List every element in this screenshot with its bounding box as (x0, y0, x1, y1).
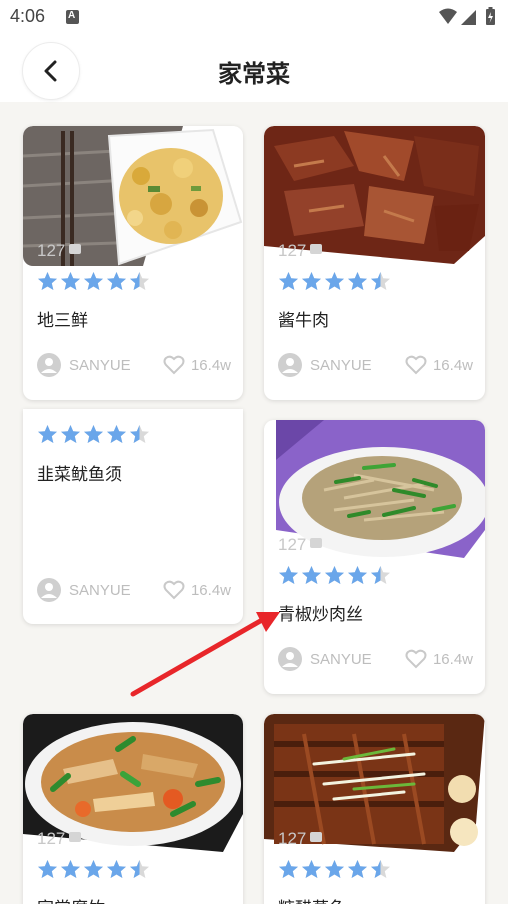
star-icon (107, 272, 126, 290)
star-icon (302, 566, 321, 584)
avatar-icon (37, 353, 61, 377)
recipe-name: 青椒炒肉丝 (278, 605, 363, 625)
recipe-author: SANYUE (37, 578, 131, 602)
star-icon (84, 425, 103, 443)
status-time: 4:06 (10, 6, 46, 26)
rating-stars (37, 859, 150, 880)
avatar-icon (37, 578, 61, 602)
recipe-author: SANYUE (278, 353, 372, 377)
star-icon (84, 860, 103, 878)
star-icon (130, 860, 149, 878)
comment-icon (310, 832, 323, 842)
author-name: SANYUE (69, 581, 131, 599)
rating-stars (37, 271, 150, 292)
sim-notification-icon (66, 10, 79, 24)
battery-icon (486, 7, 495, 25)
app-header: 家常菜 (0, 34, 508, 102)
avatar-icon (278, 353, 302, 377)
comment-count: 127 (37, 241, 82, 261)
author-name: SANYUE (310, 650, 372, 668)
author-name: SANYUE (69, 356, 131, 374)
heart-icon (163, 355, 185, 375)
star-icon (325, 860, 344, 878)
like-count[interactable]: 16.4w (405, 649, 473, 669)
recipe-author: SANYUE (37, 353, 131, 377)
star-icon (325, 272, 344, 290)
star-icon (38, 425, 57, 443)
comment-count-text: 127 (37, 241, 66, 260)
recipe-card[interactable]: 127 青椒炒肉丝 SANYUE 16.4w (264, 420, 485, 694)
recipe-name: 地三鲜 (37, 311, 88, 331)
star-icon (348, 566, 367, 584)
star-icon (279, 272, 298, 290)
star-icon (302, 272, 321, 290)
comment-count: 127 (278, 535, 323, 555)
star-icon (279, 860, 298, 878)
star-icon (107, 425, 126, 443)
star-icon (130, 272, 149, 290)
star-icon (279, 566, 298, 584)
star-icon (371, 860, 390, 878)
recipe-author: SANYUE (278, 647, 372, 671)
recipe-name: 家常腐竹 (37, 894, 105, 904)
heart-icon (405, 649, 427, 669)
rating-stars (37, 424, 150, 445)
comment-count: 127 (278, 829, 323, 849)
rating-stars (278, 859, 391, 880)
author-name: SANYUE (310, 356, 372, 374)
like-count-text: 16.4w (432, 356, 473, 374)
recipe-card[interactable]: 127 酱牛肉 SANYUE 16.4w (264, 126, 485, 400)
star-icon (371, 566, 390, 584)
comment-count-text: 127 (278, 535, 307, 554)
like-count[interactable]: 16.4w (163, 355, 231, 375)
star-icon (84, 272, 103, 290)
recipe-card[interactable]: 127 家常腐竹 (23, 714, 243, 904)
like-count[interactable]: 16.4w (163, 580, 231, 600)
status-icons (438, 7, 500, 31)
star-icon (348, 272, 367, 290)
comment-icon (69, 244, 82, 254)
comment-count: 127 (37, 829, 82, 849)
star-icon (130, 425, 149, 443)
like-count-text: 16.4w (190, 581, 231, 599)
star-icon (107, 860, 126, 878)
comment-count-text: 127 (278, 241, 307, 260)
comment-icon (310, 538, 323, 548)
like-count-text: 16.4w (190, 356, 231, 374)
like-count-text: 16.4w (432, 650, 473, 668)
rating-stars (278, 271, 391, 292)
heart-icon (405, 355, 427, 375)
comment-icon (310, 244, 323, 254)
star-icon (61, 425, 80, 443)
avatar-icon (278, 647, 302, 671)
star-icon (38, 272, 57, 290)
comment-count-text: 127 (278, 829, 307, 848)
status-bar: 4:06 (0, 0, 508, 34)
recipe-name: 糖醋草鱼 (278, 894, 346, 904)
star-icon (325, 566, 344, 584)
star-icon (61, 272, 80, 290)
signal-icon (461, 10, 476, 25)
recipe-card[interactable]: 127 地三鲜 SANYUE 16.4w (23, 126, 243, 400)
like-count[interactable]: 16.4w (405, 355, 473, 375)
recipe-name: 韭菜鱿鱼须 (37, 465, 122, 485)
comment-count: 127 (278, 241, 323, 261)
comment-icon (69, 832, 82, 842)
recipe-name: 酱牛肉 (278, 311, 329, 331)
comment-count-text: 127 (37, 829, 66, 848)
rating-stars (278, 565, 391, 586)
recipe-card[interactable]: 127 糖醋草鱼 (264, 714, 485, 904)
star-icon (302, 860, 321, 878)
wifi-icon (439, 8, 457, 24)
star-icon (38, 860, 57, 878)
star-icon (61, 860, 80, 878)
page-title: 家常菜 (218, 60, 290, 88)
star-icon (348, 860, 367, 878)
star-icon (371, 272, 390, 290)
heart-icon (163, 580, 185, 600)
recipe-card[interactable]: 韭菜鱿鱼须 SANYUE 16.4w (23, 409, 243, 624)
